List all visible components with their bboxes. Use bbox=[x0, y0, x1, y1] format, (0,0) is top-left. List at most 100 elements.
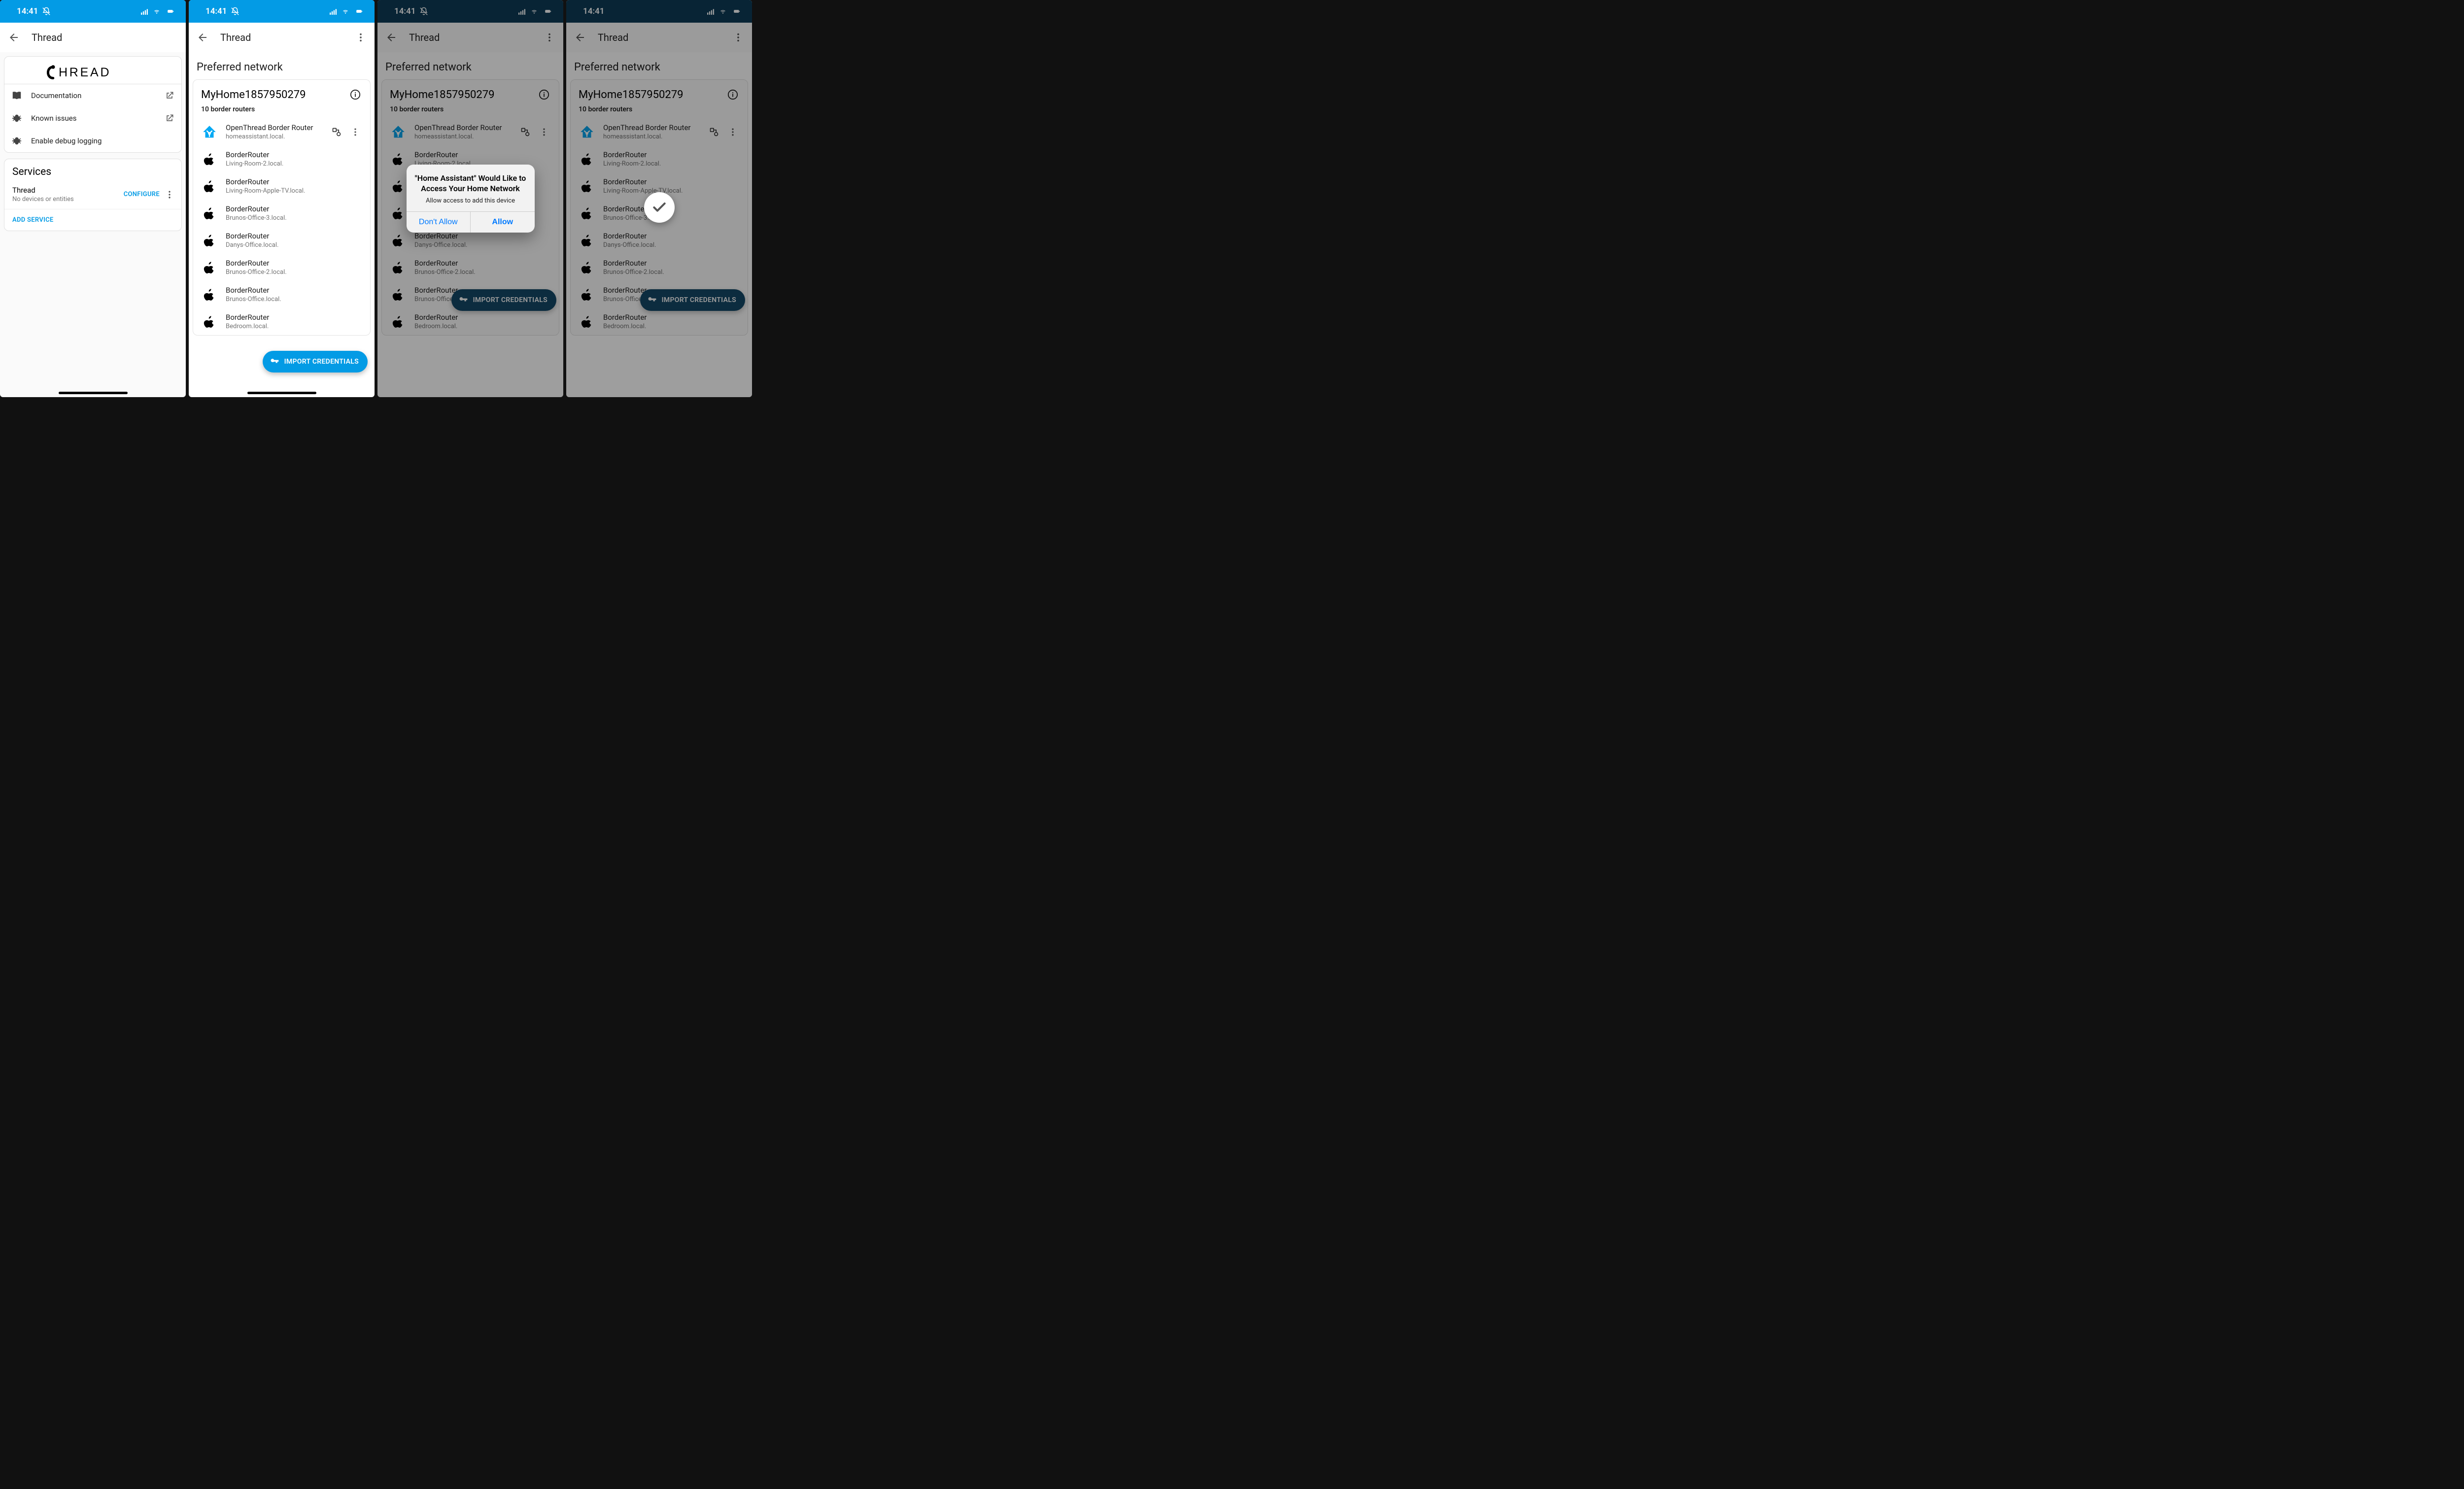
permission-overlay: "Home Assistant" Would Like to Access Yo… bbox=[377, 0, 563, 397]
home-indicator[interactable] bbox=[247, 392, 316, 394]
success-check-toast bbox=[644, 192, 675, 223]
router-row[interactable]: BorderRouter Brunos-Office-2.local. bbox=[193, 254, 370, 281]
thread-logo: HREAD bbox=[4, 57, 181, 84]
service-sub: No devices or entities bbox=[12, 196, 124, 203]
router-row[interactable]: BorderRouter Brunos-Office-2.local. bbox=[571, 254, 748, 281]
apple-icon bbox=[203, 261, 216, 274]
more-button[interactable] bbox=[354, 31, 368, 44]
router-row[interactable]: BorderRouter Brunos-Office.local. bbox=[193, 281, 370, 308]
router-more-button[interactable] bbox=[726, 125, 740, 139]
more-vert-icon bbox=[733, 32, 744, 43]
import-credentials-fab[interactable]: IMPORT CREDENTIALS bbox=[263, 351, 368, 372]
fab-label: IMPORT CREDENTIALS bbox=[284, 358, 359, 366]
page-title: Thread bbox=[220, 32, 343, 43]
router-name: BorderRouter bbox=[226, 204, 362, 213]
router-row[interactable]: OpenThread Border Router homeassistant.l… bbox=[571, 118, 748, 145]
router-name: BorderRouter bbox=[226, 150, 362, 159]
arrow-left-icon bbox=[574, 32, 586, 43]
router-name: BorderRouter bbox=[226, 177, 362, 186]
import-credentials-fab: IMPORT CREDENTIALS bbox=[640, 289, 745, 311]
router-row[interactable]: BorderRouter Danys-Office.local. bbox=[193, 227, 370, 254]
battery-icon bbox=[353, 8, 366, 15]
router-host: homeassistant.local. bbox=[603, 133, 701, 140]
router-row[interactable]: BorderRouter Brunos-Office-3.local. bbox=[193, 200, 370, 227]
bug-icon bbox=[11, 135, 22, 146]
router-row[interactable]: BorderRouter Living-Room-2.local. bbox=[571, 145, 748, 172]
router-name: BorderRouter bbox=[603, 232, 740, 240]
router-row[interactable]: BorderRouter Bedroom.local. bbox=[571, 308, 748, 335]
bell-off-icon bbox=[231, 7, 240, 16]
alert-title: "Home Assistant" Would Like to Access Yo… bbox=[413, 173, 528, 194]
service-row: Thread No devices or entities CONFIGURE bbox=[4, 181, 181, 209]
status-time: 14:41 bbox=[205, 6, 227, 16]
wifi-icon bbox=[152, 8, 161, 15]
apple-icon bbox=[203, 179, 216, 193]
home-assistant-icon bbox=[579, 124, 595, 140]
services-card: Services Thread No devices or entities C… bbox=[4, 159, 182, 231]
screen-network-success: 14:41 Thread Preferred network MyHome185… bbox=[566, 0, 752, 397]
thread-logo-icon: HREAD bbox=[44, 63, 142, 81]
documentation-label: Documentation bbox=[31, 91, 156, 100]
bug-icon bbox=[11, 113, 22, 124]
battery-icon bbox=[164, 8, 177, 15]
router-row[interactable]: BorderRouter Bedroom.local. bbox=[193, 308, 370, 335]
key-icon bbox=[647, 295, 657, 305]
border-router-count: 10 border routers bbox=[571, 103, 748, 118]
known-issues-link[interactable]: Known issues bbox=[4, 107, 181, 130]
battery-icon bbox=[730, 8, 743, 15]
home-indicator[interactable] bbox=[59, 392, 128, 394]
apple-icon bbox=[203, 152, 216, 166]
back-button bbox=[573, 31, 587, 44]
network-info-button[interactable] bbox=[348, 88, 362, 102]
border-router-count: 10 border routers bbox=[193, 103, 370, 118]
configure-button[interactable]: CONFIGURE bbox=[124, 191, 160, 198]
network-card: MyHome1857950279 10 border routers OpenT… bbox=[193, 79, 371, 336]
signal-icon bbox=[139, 8, 149, 15]
router-name: BorderRouter bbox=[226, 232, 362, 240]
router-host: homeassistant.local. bbox=[226, 133, 324, 140]
route-icon bbox=[709, 127, 719, 137]
router-host: Bedroom.local. bbox=[603, 323, 740, 330]
router-name: BorderRouter bbox=[226, 313, 362, 322]
fab-label: IMPORT CREDENTIALS bbox=[662, 296, 736, 304]
router-name: BorderRouter bbox=[603, 150, 740, 159]
apple-icon bbox=[580, 234, 594, 247]
alert-deny-button[interactable]: Don't Allow bbox=[407, 212, 471, 233]
permission-alert: "Home Assistant" Would Like to Access Yo… bbox=[407, 165, 535, 233]
back-button[interactable] bbox=[7, 31, 21, 44]
arrow-left-icon bbox=[8, 32, 20, 43]
info-icon bbox=[727, 89, 738, 100]
app-bar: Thread bbox=[566, 23, 752, 52]
preferred-network-heading: Preferred network bbox=[566, 52, 752, 79]
router-more-button[interactable] bbox=[348, 125, 362, 139]
router-row[interactable]: BorderRouter Living-Room-2.local. bbox=[193, 145, 370, 172]
router-host: Danys-Office.local. bbox=[603, 241, 740, 249]
router-name: BorderRouter bbox=[603, 259, 740, 268]
add-service-button[interactable]: ADD SERVICE bbox=[4, 209, 181, 231]
apple-icon bbox=[580, 152, 594, 166]
service-more-button[interactable] bbox=[163, 188, 176, 202]
alert-allow-button[interactable]: Allow bbox=[471, 212, 535, 233]
router-host: Living-Room-2.local. bbox=[603, 160, 740, 168]
apple-icon bbox=[580, 315, 594, 329]
info-icon bbox=[350, 89, 361, 100]
router-row[interactable]: OpenThread Border Router homeassistant.l… bbox=[193, 118, 370, 145]
service-name: Thread bbox=[12, 186, 124, 195]
documentation-link[interactable]: Documentation bbox=[4, 84, 181, 107]
router-host: Brunos-Office-2.local. bbox=[603, 269, 740, 276]
preferred-network-heading: Preferred network bbox=[189, 52, 375, 79]
wifi-icon bbox=[719, 8, 727, 15]
page-title: Thread bbox=[32, 32, 179, 43]
router-row[interactable]: BorderRouter Danys-Office.local. bbox=[571, 227, 748, 254]
apple-icon bbox=[203, 206, 216, 220]
router-row[interactable]: BorderRouter Living-Room-Apple-TV.local. bbox=[193, 172, 370, 200]
more-button bbox=[731, 31, 745, 44]
debug-log-link[interactable]: Enable debug logging bbox=[4, 130, 181, 152]
known-issues-label: Known issues bbox=[31, 114, 156, 123]
router-name: BorderRouter bbox=[603, 313, 740, 322]
apple-icon bbox=[203, 234, 216, 247]
apple-icon bbox=[580, 206, 594, 220]
debug-label: Enable debug logging bbox=[31, 136, 174, 145]
alert-message: Allow access to add this device bbox=[413, 197, 528, 204]
back-button[interactable] bbox=[196, 31, 209, 44]
